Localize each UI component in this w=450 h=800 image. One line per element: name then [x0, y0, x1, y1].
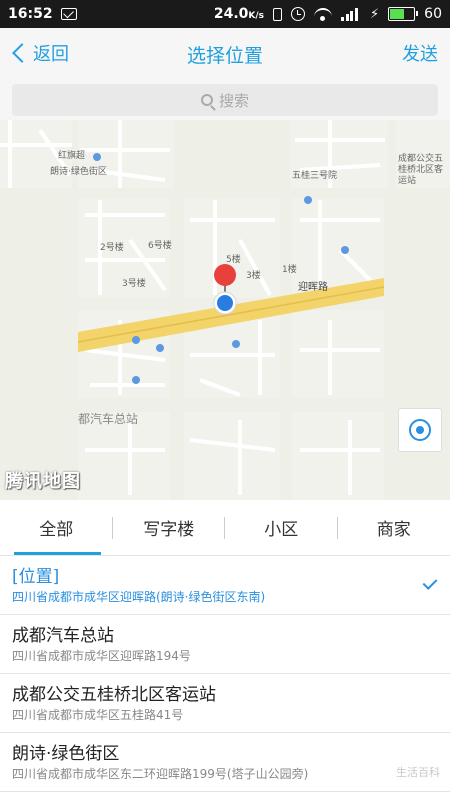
battery-percent: 60 [424, 6, 442, 22]
map-label-hongqi: 红旗超 [58, 151, 86, 161]
charging-icon: ⚡ [370, 6, 380, 22]
poi-address: 四川省成都市成华区五桂路41号 [12, 708, 184, 722]
poi-item-langshi[interactable]: 朗诗·绿色街区 四川省成都市成华区东二环迎晖路199号(塔子山公园旁) [0, 733, 450, 792]
poi-item-bus-station[interactable]: 成都公交五桂桥北区客运站 四川省成都市成华区五桂路41号 [0, 674, 450, 733]
map-view[interactable]: 红旗超 朗诗·绿色街区 五桂三号院 成都公交五桂桥北区客运站 2号楼 6号楼 3… [0, 120, 450, 500]
map-label-building3: 3号楼 [122, 279, 146, 289]
search-icon [200, 94, 213, 106]
poi-address: 四川省成都市成华区迎晖路194号 [12, 649, 191, 663]
poi-item-current-location[interactable]: [位置] 四川省成都市成华区迎晖路(朗诗·绿色街区东南) [0, 556, 450, 615]
poi-name: 成都公交五桂桥北区客运站 [12, 685, 216, 705]
battery-fill [390, 9, 404, 19]
tab-all[interactable]: 全部 [0, 500, 113, 555]
category-tabs: 全部 写字楼 小区 商家 [0, 500, 450, 556]
map-provider-logo: 腾讯地图 [5, 471, 81, 492]
map-label-building6: 6号楼 [148, 241, 172, 251]
signal-icon [341, 7, 361, 21]
status-bar: 16:52 24.0K/s ⚡ 60 [0, 0, 450, 28]
tab-office-label: 写字楼 [143, 520, 195, 540]
battery-icon [388, 7, 419, 21]
tab-merchant-label: 商家 [376, 520, 411, 540]
status-icons: 24.0K/s ⚡ 60 [214, 6, 442, 22]
status-time: 16:52 [8, 6, 53, 22]
locate-me-button[interactable] [398, 408, 442, 452]
poi-name: [位置] [12, 567, 60, 587]
map-label-building5: 5楼 [226, 255, 241, 265]
back-button[interactable]: 返回 [10, 40, 69, 66]
map-label-yinghui-road: 迎晖路 [298, 282, 328, 293]
nav-bar: 返回 选择位置 发送 [0, 28, 450, 80]
corner-watermark: 生活百科 [396, 766, 440, 779]
tab-office[interactable]: 写字楼 [113, 500, 225, 555]
message-notification-icon [60, 8, 77, 20]
tab-residential-label: 小区 [264, 520, 299, 540]
page-title: 选择位置 [186, 44, 263, 67]
alarm-icon [291, 7, 306, 21]
poi-name: 成都汽车总站 [12, 626, 114, 646]
tab-all-label: 全部 [39, 520, 74, 540]
vibrate-icon [273, 7, 283, 21]
network-speed-value: 24.0 [213, 6, 249, 22]
tab-residential[interactable]: 小区 [225, 500, 338, 555]
map-label-building2: 2号楼 [100, 243, 124, 253]
map-canvas [0, 120, 450, 500]
map-label-bus-station: 成都公交五桂桥北区客运站 [398, 154, 444, 186]
search-bar: 搜索 [0, 80, 450, 120]
poi-address: 四川省成都市成华区东二环迎晖路199号(塔子山公园旁) [12, 767, 309, 781]
map-label-building1: 1楼 [282, 265, 297, 275]
map-label-building3b: 3楼 [246, 271, 261, 281]
poi-list: [位置] 四川省成都市成华区迎晖路(朗诗·绿色街区东南) 成都汽车总站 四川省成… [0, 556, 450, 792]
map-label-langshi: 朗诗·绿色街区 [50, 167, 107, 177]
send-button[interactable]: 发送 [402, 40, 438, 66]
wifi-icon [314, 7, 333, 21]
search-input[interactable]: 搜索 [12, 84, 438, 116]
map-label-coach-station: 都汽车总站 [78, 412, 139, 426]
map-label-wugui-no3: 五桂三号院 [292, 171, 338, 181]
poi-name: 朗诗·绿色街区 [12, 744, 120, 764]
crosshair-icon [409, 419, 431, 441]
search-placeholder: 搜索 [218, 91, 249, 110]
poi-item-coach-station[interactable]: 成都汽车总站 四川省成都市成华区迎晖路194号 [0, 615, 450, 674]
network-speed: 24.0K/s [214, 6, 264, 22]
tab-merchant[interactable]: 商家 [338, 500, 450, 555]
back-label: 返回 [33, 44, 69, 65]
poi-address: 四川省成都市成华区迎晖路(朗诗·绿色街区东南) [12, 590, 266, 604]
chevron-left-icon [12, 43, 32, 63]
network-speed-unit: K/s [248, 11, 265, 21]
